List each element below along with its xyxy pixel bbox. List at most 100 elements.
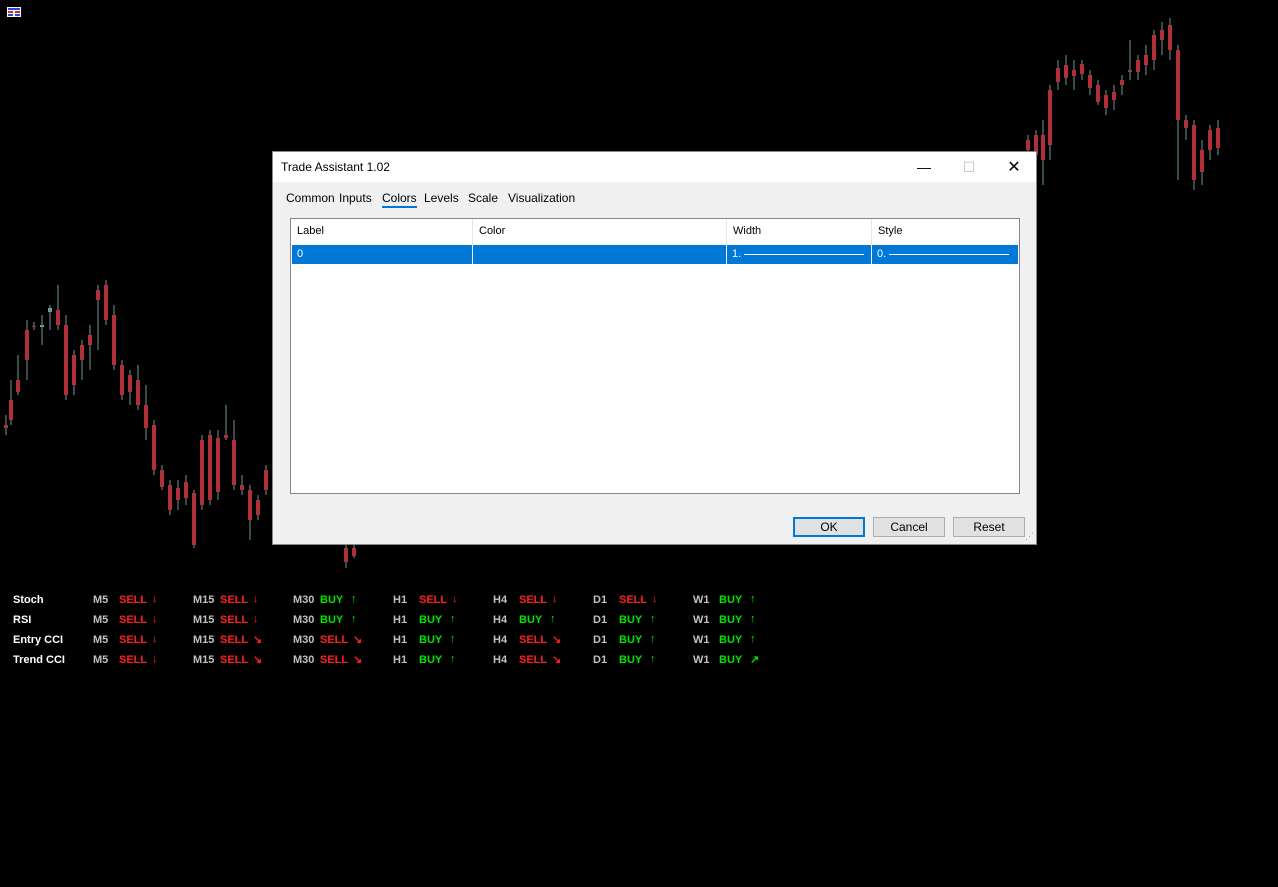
candle-body [1048,90,1052,145]
signal-row-label: Trend CCI [13,654,65,666]
signal-value: SELL [220,634,249,646]
signal-value: BUY [719,594,743,606]
candle-body [352,548,356,556]
arrow-up-icon: ↑ [650,633,656,645]
candle-body [256,500,260,515]
arrow-down-icon: ↘ [552,634,562,646]
arrow-down-icon: ↓ [552,593,558,605]
signal-value: SELL [320,654,349,666]
width-line-sample [744,254,864,255]
style-line-sample [889,254,1009,255]
tab-inputs[interactable]: Inputs [339,191,372,205]
candle-body [1120,80,1124,85]
arrow-down-icon: ↓ [452,593,458,605]
timeframe-label: W1 [693,654,710,666]
candle-body [1064,65,1068,78]
candle-body [192,493,196,545]
timeframe-label: M15 [193,654,215,666]
reset-button[interactable]: Reset [953,517,1025,537]
arrow-up-icon: ↑ [550,613,556,625]
candle-body [240,485,244,490]
candle-body [40,325,44,327]
candle-body [112,315,116,365]
candle-body [1056,68,1060,82]
style-value: 0. [877,248,887,260]
timeframe-label: M5 [93,594,109,606]
candle-body [1144,55,1148,65]
candle-body [64,325,68,395]
signal-value: SELL [619,594,648,606]
signal-row-label: Entry CCI [13,634,64,646]
arrow-down-icon: ↘ [353,654,363,666]
candle-body [232,440,236,485]
candle-body [160,470,164,487]
arrow-down-icon: ↓ [152,593,158,605]
tab-common[interactable]: Common [286,191,335,205]
candle-body [128,375,132,392]
tab-scale[interactable]: Scale [468,191,498,205]
minimize-icon[interactable]: — [901,152,947,182]
cancel-button[interactable]: Cancel [873,517,945,537]
dialog-titlebar[interactable]: Trade Assistant 1.02 — ☐ ✕ [273,152,1036,182]
candle-body [56,310,60,325]
candle-body [344,548,348,562]
arrow-down-icon: ↓ [652,593,658,605]
candle-body [9,400,13,420]
arrow-up-icon: ↑ [750,613,756,625]
timeframe-label: M30 [293,594,315,606]
candle-body [1152,35,1156,60]
timeframe-label: M30 [293,634,315,646]
ok-button[interactable]: OK [793,517,865,537]
table-row[interactable]: 0 1. 0. [292,245,1018,264]
timeframe-label: H1 [393,634,408,646]
candle-body [4,425,8,428]
properties-dialog: Trade Assistant 1.02 — ☐ ✕ Common Inputs… [272,151,1037,545]
tab-levels[interactable]: Levels [424,191,459,205]
tab-visualization[interactable]: Visualization [508,191,575,205]
timeframe-label: D1 [593,654,608,666]
candle-body [104,285,108,320]
signal-value: SELL [119,594,148,606]
timeframe-label: M15 [193,634,215,646]
column-header-width[interactable]: Width [727,219,872,244]
candle-body [224,435,228,438]
timeframe-label: M15 [193,594,215,606]
timeframe-label: W1 [693,634,710,646]
cell-color[interactable] [473,245,727,264]
timeframe-label: W1 [693,614,710,626]
signal-row-label: RSI [13,614,32,626]
timeframe-label: D1 [593,634,608,646]
resize-grip-icon[interactable]: ⋰ [1025,531,1034,542]
candle-body [25,330,29,360]
signal-value: SELL [119,614,148,626]
chart-window-icon[interactable] [7,7,21,17]
candle-body [1088,75,1092,88]
signal-value: BUY [320,594,344,606]
candle-body [1168,25,1172,50]
cell-style[interactable]: 0. [872,245,1018,264]
candle-body [72,355,76,385]
candle-body [1136,60,1140,72]
cell-width[interactable]: 1. [727,245,872,264]
column-header-color[interactable]: Color [473,219,727,244]
cell-label[interactable]: 0 [292,245,473,264]
signal-value: BUY [719,634,743,646]
candle-body [1026,140,1030,150]
maximize-icon[interactable]: ☐ [946,152,992,182]
close-icon[interactable]: ✕ [991,152,1037,182]
candle-body [16,380,20,392]
candle-body [248,490,252,520]
timeframe-label: H4 [493,594,508,606]
candle-body [1192,125,1196,180]
candle-body [80,345,84,360]
candle-body [1200,150,1204,172]
tab-colors[interactable]: Colors [382,191,417,208]
arrow-down-icon: ↓ [152,653,158,665]
signal-value: BUY [419,654,443,666]
candle-body [176,488,180,500]
column-header-label[interactable]: Label [291,219,473,244]
column-header-style[interactable]: Style [872,219,1019,244]
signal-value: SELL [320,634,349,646]
dialog-tabs: Common Inputs Colors Levels Scale Visual… [273,182,1036,212]
signal-value: SELL [119,634,148,646]
